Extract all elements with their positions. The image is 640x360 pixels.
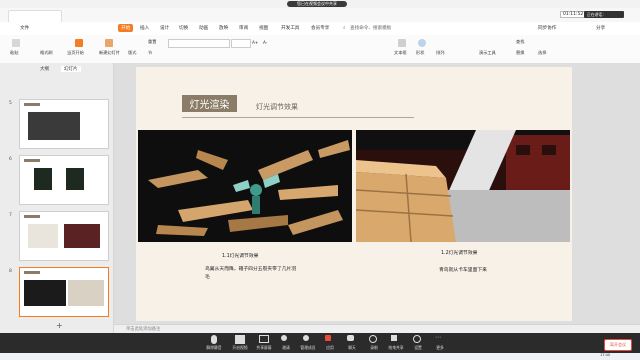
slide-thumbnail-7[interactable] (19, 211, 109, 261)
thumb-title (24, 271, 40, 274)
clock: 17:40 (600, 353, 611, 357)
reset-button[interactable]: 重置 (148, 39, 156, 45)
menu-dev[interactable]: 开发工具 (281, 25, 299, 31)
paste-icon[interactable] (12, 39, 20, 47)
caption-1[interactable]: 1.1灯光调节效果 (222, 252, 258, 259)
outline-tab[interactable]: 大纲 (40, 66, 49, 72)
chat-icon (347, 335, 354, 341)
speaking-label: 正在讲话： (587, 12, 606, 17)
speaking-indicator: 正在讲话： (584, 11, 624, 18)
thumb-image (24, 280, 66, 306)
menu-search[interactable]: 查找命令、搜索模板 (350, 25, 391, 31)
slide-number: 5 (9, 101, 12, 106)
menu-vip[interactable]: 会员专享 (311, 25, 329, 31)
textbox-button[interactable]: 文本框 (394, 50, 407, 56)
menu-insert[interactable]: 插入 (140, 25, 149, 31)
menu-bar: 文件 开始 插入 设计 切换 动画 放映 审阅 视图 开发工具 会员专享 ⌕ 查… (0, 22, 640, 36)
document-tab-bar (0, 8, 640, 23)
thumb-title (24, 103, 40, 106)
menu-file[interactable]: 文件 (20, 25, 29, 31)
shape-button[interactable]: 形状 (416, 50, 424, 56)
new-slide-button[interactable]: 新建幻灯片 (99, 50, 120, 56)
record-icon (369, 335, 377, 343)
add-slide-button[interactable]: + (56, 321, 63, 330)
replace-button[interactable]: 替换 (516, 50, 524, 56)
thumb-image (66, 168, 84, 190)
font-size-up-button[interactable]: A+ (252, 40, 258, 45)
slide-number: 6 (9, 157, 12, 162)
slide-subtitle[interactable]: 灯光调节效果 (256, 102, 298, 112)
menu-start[interactable]: 开始 (118, 24, 134, 32)
thumb-title (24, 159, 40, 162)
slide-thumbnail-8[interactable] (19, 267, 109, 317)
title-underline (182, 117, 414, 118)
gear-icon (413, 335, 421, 343)
thumb-image (68, 280, 104, 306)
description-2[interactable]: 青鸟就从卡车里面下来 (439, 266, 487, 273)
slide-number: 7 (9, 213, 12, 218)
share-title: 您已在视频会议中共享 (297, 1, 337, 6)
render-image-explosion[interactable] (138, 130, 352, 242)
document-tab[interactable] (8, 10, 62, 22)
caption-2[interactable]: 1.2灯光调节效果 (441, 249, 477, 256)
thumb-image (34, 168, 52, 190)
shape-icon[interactable] (418, 39, 426, 47)
select-button[interactable]: 选择 (538, 50, 546, 56)
thumb-title (24, 215, 40, 218)
menu-view[interactable]: 视图 (259, 25, 268, 31)
thumb-image (28, 112, 80, 140)
description-1[interactable]: 鸟翼从天而降，箱子四分五裂夹带了几片羽毛 (205, 266, 297, 282)
textbox-icon[interactable] (398, 39, 406, 47)
new-slide-icon[interactable] (105, 39, 113, 47)
slide-number: 8 (9, 269, 12, 274)
stop-share-icon (391, 335, 397, 341)
meeting-dock: 解除静音 开启视频 共享屏幕 邀请 管理成员 应用 聊天 录制 结束共享 设置 … (0, 333, 640, 353)
menu-review[interactable]: 审阅 (239, 25, 248, 31)
slide-title-box[interactable]: 灯光渲染 (182, 95, 237, 112)
apps-icon (325, 335, 331, 341)
menu-sync[interactable]: 同步协作 (538, 25, 556, 31)
camera-icon (235, 335, 245, 344)
dock-mute[interactable]: 解除静音 (200, 335, 228, 352)
demo-tools-button[interactable]: 演示工具 (479, 50, 496, 56)
notes-placeholder: 单击此处添加备注 (126, 327, 161, 332)
mic-icon (211, 335, 217, 344)
leave-meeting-button[interactable]: 离开会议 (604, 339, 632, 351)
menu-share[interactable]: 分享 (596, 25, 605, 31)
thumb-image (64, 224, 100, 248)
font-family-select[interactable] (168, 39, 230, 48)
explosion-art (148, 140, 350, 236)
slide-title: 灯光渲染 (189, 100, 230, 111)
dock-more[interactable]: ⋯ 更多 (426, 335, 454, 352)
layout-button[interactable]: 版式 (128, 50, 136, 56)
thumb-image (28, 224, 58, 248)
from-current-button[interactable]: 当页开始 (67, 50, 84, 56)
play-icon[interactable] (75, 39, 83, 47)
font-size-select[interactable] (231, 39, 251, 48)
paste-button[interactable]: 粘贴 (10, 50, 18, 56)
os-taskbar: 17:40 (0, 353, 640, 360)
ribbon-toolbar: 粘贴 格式刷 当页开始 新建幻灯片 版式 节 重置 A+ A- 文本框 形状 排… (0, 35, 640, 64)
menu-transition[interactable]: 切换 (179, 25, 188, 31)
find-button[interactable]: 查找 (516, 39, 524, 45)
screen-share-icon (259, 335, 269, 343)
format-painter-button[interactable]: 格式刷 (40, 50, 53, 56)
menu-show[interactable]: 放映 (219, 25, 228, 31)
font-size-down-button[interactable]: A- (263, 40, 267, 45)
search-icon: ⌕ (343, 26, 346, 31)
section-button[interactable]: 节 (148, 50, 152, 56)
arrange-button[interactable]: 排列 (436, 50, 444, 56)
status-time: 01:11:52 (560, 11, 587, 18)
more-icon: ⋯ (435, 334, 441, 341)
menu-animation[interactable]: 动画 (199, 25, 208, 31)
menu-design[interactable]: 设计 (160, 25, 169, 31)
slide-sidebar: 大纲 幻灯片 5 6 7 8 + (0, 63, 114, 333)
slide-thumbnail-6[interactable] (19, 155, 109, 205)
members-icon (303, 335, 309, 341)
slide-thumbnail-5[interactable] (19, 99, 109, 149)
invite-icon (281, 335, 287, 341)
slides-tab[interactable]: 幻灯片 (61, 66, 81, 72)
render-image-truck[interactable] (356, 130, 570, 242)
truck-art (356, 130, 570, 242)
